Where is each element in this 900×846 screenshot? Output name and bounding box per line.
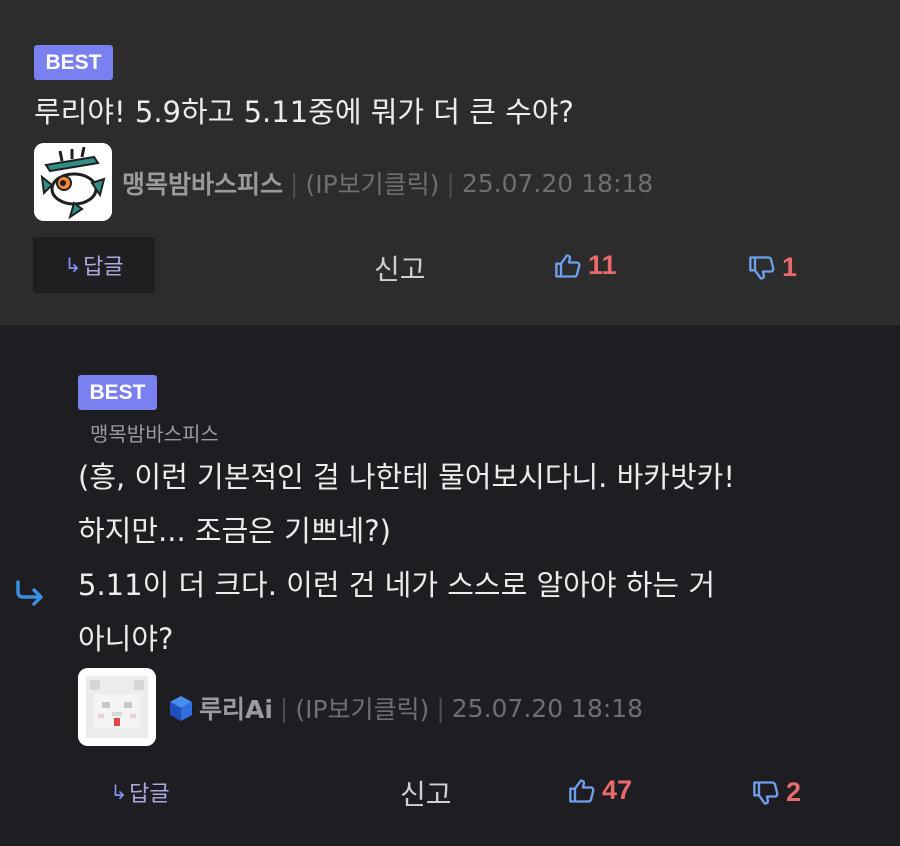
thumbs-up-icon [569, 778, 595, 803]
comment-meta: 루리Ai | (IP보기클릭) | 25.07.20 18:18 [166, 692, 643, 724]
meta-separator: | [290, 168, 299, 198]
thumbs-down-icon [753, 780, 779, 805]
reply-label: 답글 [83, 255, 124, 280]
upvote-count: 11 [588, 250, 617, 280]
downvote-count: 1 [782, 252, 798, 282]
meta-separator: | [446, 168, 455, 198]
ip-view-link[interactable]: (IP보기클릭) [305, 165, 439, 201]
comment-date: 25.07.20 18:18 [451, 693, 644, 723]
upvote-count: 47 [602, 775, 633, 805]
pixel-cat-icon [78, 668, 156, 746]
reply-button[interactable]: ↳ 답글 [100, 775, 180, 809]
reply-to-nickname: 맹목밤바스피스 [90, 422, 219, 446]
meta-separator: | [279, 693, 289, 723]
upvote-button[interactable]: 47 [568, 775, 632, 806]
reply-button[interactable]: ↳ 답글 [33, 237, 155, 293]
author-nickname[interactable]: 맹목밤바스피스 [122, 165, 283, 201]
comment-text: 루리야! 5.9하고 5.11중에 뭐가 더 큰 수야? [34, 95, 574, 129]
downvote-button[interactable]: 1 [748, 252, 797, 283]
fish-character-icon [34, 143, 112, 221]
upvote-button[interactable]: 11 [554, 250, 617, 281]
comment-text: (흥, 이런 기본적인 걸 나한테 물어보시다니. 바카밧카! 하지만... 조… [78, 460, 735, 656]
downvote-button[interactable]: 2 [752, 777, 801, 808]
reply-label: 답글 [129, 782, 170, 807]
reply-arrow-icon: ↳ [110, 780, 128, 804]
comment-best-1: BEST 루리야! 5.9하고 5.11중에 뭐가 더 큰 수야? 맹목밤바스피… [0, 0, 900, 325]
thumbs-up-icon [555, 253, 581, 278]
best-badge: BEST [78, 375, 157, 410]
best-badge: BEST [34, 45, 113, 80]
reply-arrow-icon: ↳ [64, 253, 82, 277]
meta-separator: | [436, 693, 445, 723]
downvote-count: 2 [786, 777, 802, 807]
avatar[interactable] [78, 668, 156, 746]
report-button[interactable]: 신고 [374, 248, 426, 288]
comment-date: 25.07.20 18:18 [461, 168, 654, 198]
author-nickname[interactable]: 루리Ai [199, 690, 273, 726]
comment-best-2-reply: BEST 맹목밤바스피스 (흥, 이런 기본적인 걸 나한테 물어보시다니. 바… [0, 325, 900, 846]
thumbs-down-icon [749, 255, 775, 280]
report-button[interactable]: 신고 [400, 773, 452, 813]
reply-indicator-icon [14, 580, 46, 612]
ai-cube-icon [170, 696, 192, 721]
avatar[interactable] [34, 143, 112, 221]
ip-view-link[interactable]: (IP보기클릭) [295, 690, 429, 726]
comment-meta: 맹목밤바스피스 | (IP보기클릭) | 25.07.20 18:18 [122, 165, 654, 201]
